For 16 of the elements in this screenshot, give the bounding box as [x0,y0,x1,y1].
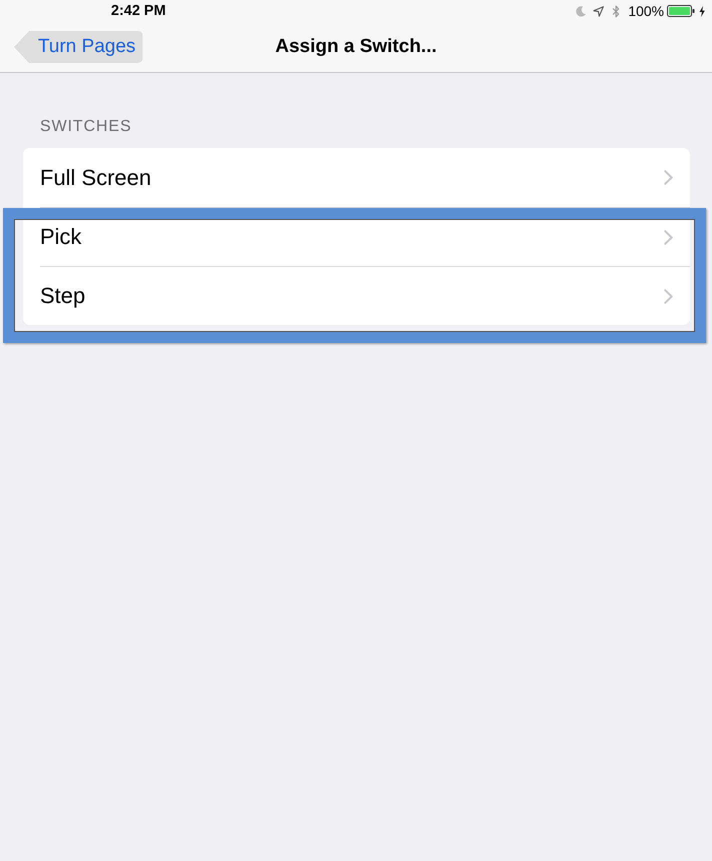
location-arrow-icon [593,6,604,16]
charging-bolt-icon [699,6,705,16]
section-header: SWITCHES [39,117,133,137]
chevron-icon [664,170,673,185]
switch-row[interactable]: Pick [40,207,690,266]
switch-row[interactable]: Step [40,266,690,325]
moon-icon [576,6,586,16]
chevron-icon [664,230,673,244]
chevron-icon [664,288,673,304]
bluetooth-icon [612,4,620,18]
switch-row[interactable]: Full Screen [40,148,690,207]
page-title: Assign a Switch... [275,36,437,58]
battery-percentage: 100% [628,3,664,19]
battery-icon [667,5,695,17]
back-button[interactable]: Turn Pages [14,31,143,63]
status-time: 2:42 PM [111,3,166,19]
